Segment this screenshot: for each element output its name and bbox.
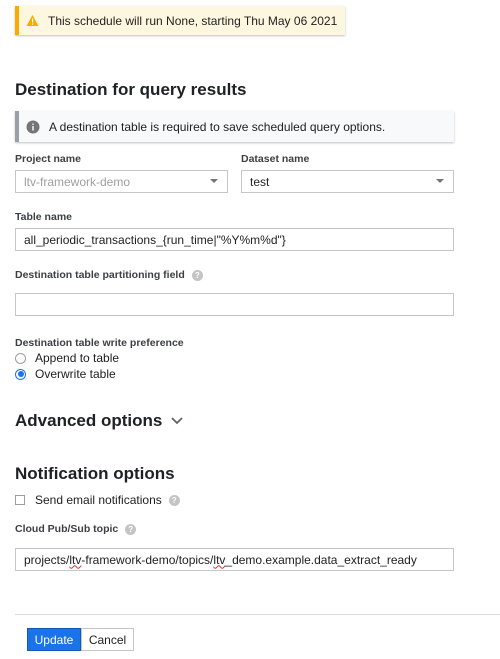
write-pref-append-option[interactable]: Append to table <box>15 351 119 365</box>
notification-section-title: Notification options <box>15 464 175 483</box>
dataset-name-value: test <box>250 174 270 189</box>
schedule-warning-text: This schedule will run None, starting Th… <box>48 13 338 28</box>
chevron-down-icon <box>171 417 183 425</box>
pubsub-topic-label: Cloud Pub/Sub topic <box>15 523 119 535</box>
table-name-label: Table name <box>15 211 72 223</box>
overwrite-radio[interactable] <box>15 368 26 380</box>
table-name-input[interactable]: all_periodic_transactions_{run_time|"%Y%… <box>15 228 454 251</box>
email-notification-option[interactable]: Send email notifications ? <box>15 493 180 507</box>
help-icon[interactable]: ? <box>125 523 137 535</box>
destination-section-title: Destination for query results <box>15 80 247 99</box>
write-preference-label: Destination table write preference <box>15 337 184 349</box>
warning-icon <box>26 14 39 27</box>
partitioning-field-label-row: Destination table partitioning field ? <box>15 269 203 281</box>
partitioning-field-label: Destination table partitioning field <box>15 269 185 281</box>
footer-divider <box>15 614 500 615</box>
append-radio[interactable] <box>15 352 26 364</box>
table-name-value: all_periodic_transactions_{run_time|"%Y%… <box>24 232 286 247</box>
help-icon[interactable]: ? <box>168 494 180 506</box>
destination-info-text: A destination table is required to save … <box>49 119 386 134</box>
project-name-label: Project name <box>15 153 81 165</box>
pubsub-label-row: Cloud Pub/Sub topic ? <box>15 523 137 535</box>
chevron-down-icon <box>436 179 444 183</box>
email-notification-checkbox[interactable] <box>15 495 25 505</box>
email-notification-label: Send email notifications <box>35 493 162 507</box>
pubsub-topic-input[interactable]: projects/ltv-framework-demo/topics/ltv_d… <box>15 548 454 571</box>
overwrite-label: Overwrite table <box>35 367 116 381</box>
append-label: Append to table <box>35 351 120 365</box>
dataset-name-select[interactable]: test <box>241 170 454 193</box>
update-button[interactable]: Update <box>27 628 81 651</box>
cancel-button[interactable]: Cancel <box>81 628 134 651</box>
destination-info-banner: A destination table is required to save … <box>15 111 454 142</box>
help-icon[interactable]: ? <box>191 269 203 281</box>
project-name-select[interactable]: ltv-framework-demo <box>15 170 228 193</box>
write-pref-overwrite-option[interactable]: Overwrite table <box>15 367 116 381</box>
schedule-warning-banner: This schedule will run None, starting Th… <box>15 6 345 35</box>
pubsub-topic-value: projects/ltv-framework-demo/topics/ltv_d… <box>24 552 417 567</box>
advanced-options-title: Advanced options <box>15 411 163 430</box>
info-icon <box>26 120 40 134</box>
advanced-options-toggle[interactable]: Advanced options <box>15 411 183 431</box>
chevron-down-icon <box>210 179 218 183</box>
dataset-name-label: Dataset name <box>241 153 310 165</box>
project-name-value: ltv-framework-demo <box>24 174 131 189</box>
partitioning-field-input[interactable] <box>15 293 454 316</box>
